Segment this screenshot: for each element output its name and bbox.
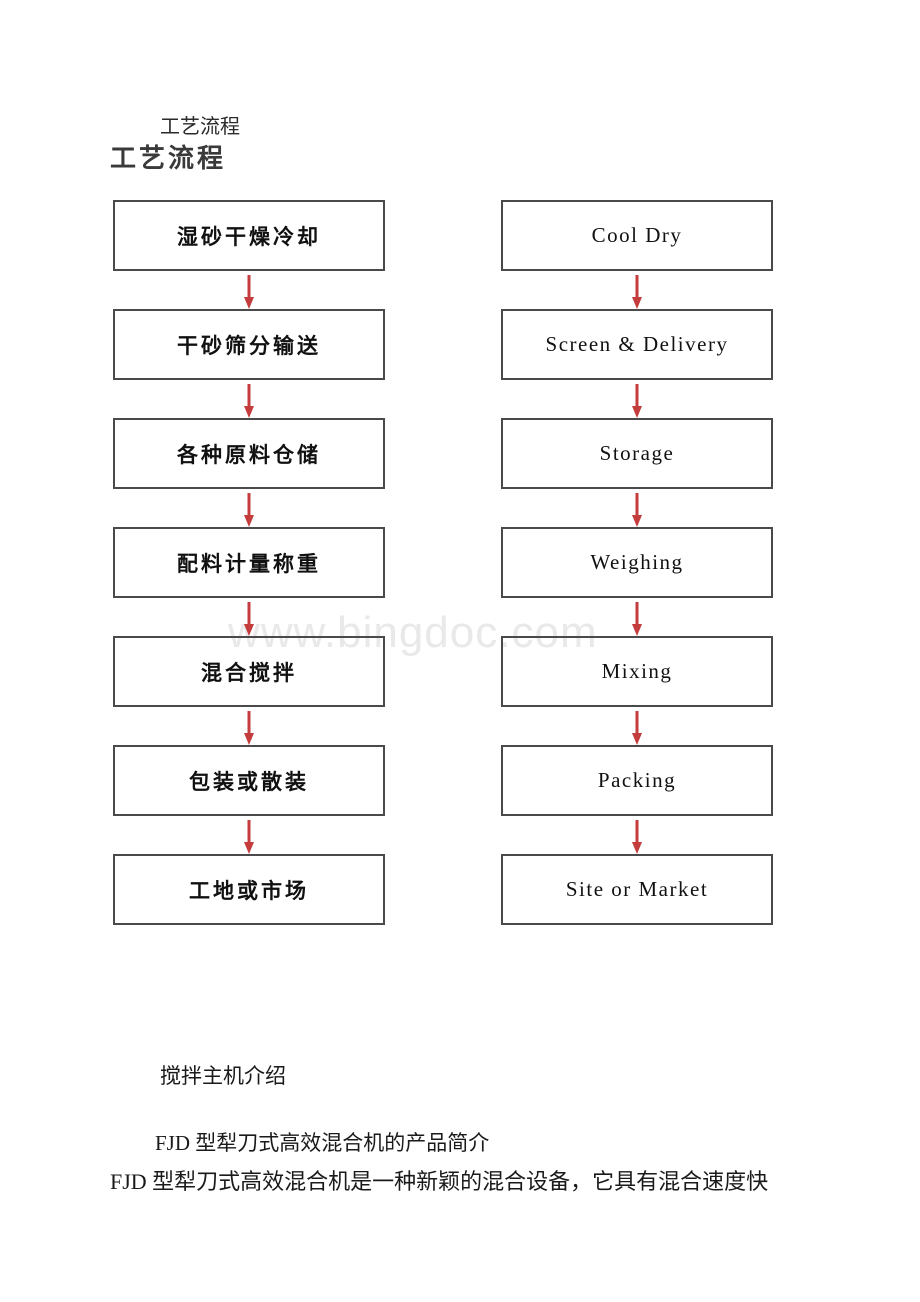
arrow-down-icon xyxy=(242,818,256,856)
flow-node: 干砂筛分输送 xyxy=(113,309,385,418)
arrow-down-icon xyxy=(242,709,256,747)
arrow-down-icon xyxy=(630,273,644,311)
body-paragraph-1: FJD 型犁刀式高效混合机的产品简介 xyxy=(155,1131,490,1155)
flow-node: Site or Market xyxy=(501,854,773,925)
arrow-down-icon xyxy=(242,491,256,529)
flow-node-label: Site or Market xyxy=(565,877,709,901)
flow-node: Screen & Delivery xyxy=(501,309,773,418)
flow-node: 各种原料仓储 xyxy=(113,418,385,527)
flow-column-english: Cool Dry Screen & Delivery Storage Weigh… xyxy=(501,200,773,925)
arrow-down-icon xyxy=(242,600,256,638)
flow-node-label: Weighing xyxy=(590,550,684,574)
flow-node: 配料计量称重 xyxy=(113,527,385,636)
arrow-down-icon xyxy=(630,382,644,420)
arrow-down-icon xyxy=(630,600,644,638)
flow-node-label: Packing xyxy=(597,768,677,792)
flow-node: Weighing xyxy=(501,527,773,636)
arrow-down-icon xyxy=(242,382,256,420)
flow-node: 包装或散装 xyxy=(113,745,385,854)
flow-node: Packing xyxy=(501,745,773,854)
flow-node-label: Cool Dry xyxy=(591,223,683,247)
flow-node: 湿砂干燥冷却 xyxy=(113,200,385,309)
flow-column-chinese: 湿砂干燥冷却 干砂筛分输送 各种原料仓储 配料计量称重 混合搅拌 包装或散装 工… xyxy=(113,200,385,925)
flow-node-label: Screen & Delivery xyxy=(545,332,729,356)
arrow-down-icon xyxy=(630,491,644,529)
arrow-down-icon xyxy=(242,273,256,311)
flow-node-label: 各种原料仓储 xyxy=(177,443,321,467)
flow-node-label: 配料计量称重 xyxy=(177,552,321,576)
section-subheading: 搅拌主机介绍 xyxy=(160,1064,286,1088)
flow-node-label: 工地或市场 xyxy=(189,879,309,903)
body-paragraph-2: FJD 型犁刀式高效混合机是一种新颖的混合设备，它具有混合速度快 xyxy=(110,1169,769,1194)
document-page: www.bingdoc.com 工艺流程 工艺流程 湿砂干燥冷却 干砂筛分输送 … xyxy=(0,0,920,1302)
arrow-down-icon xyxy=(630,818,644,856)
flow-node: 混合搅拌 xyxy=(113,636,385,745)
flow-node-label: 干砂筛分输送 xyxy=(177,334,321,358)
flow-node: Mixing xyxy=(501,636,773,745)
flow-node: Cool Dry xyxy=(501,200,773,309)
flow-node-label: 混合搅拌 xyxy=(201,661,297,685)
process-flow-diagram: 湿砂干燥冷却 干砂筛分输送 各种原料仓储 配料计量称重 混合搅拌 包装或散装 工… xyxy=(0,0,920,960)
flow-node-label: 湿砂干燥冷却 xyxy=(177,225,321,249)
flow-node-label: Mixing xyxy=(601,659,673,683)
flow-node: 工地或市场 xyxy=(113,854,385,925)
flow-node-label: 包装或散装 xyxy=(189,770,309,794)
arrow-down-icon xyxy=(630,709,644,747)
flow-node: Storage xyxy=(501,418,773,527)
flow-node-label: Storage xyxy=(599,441,675,465)
